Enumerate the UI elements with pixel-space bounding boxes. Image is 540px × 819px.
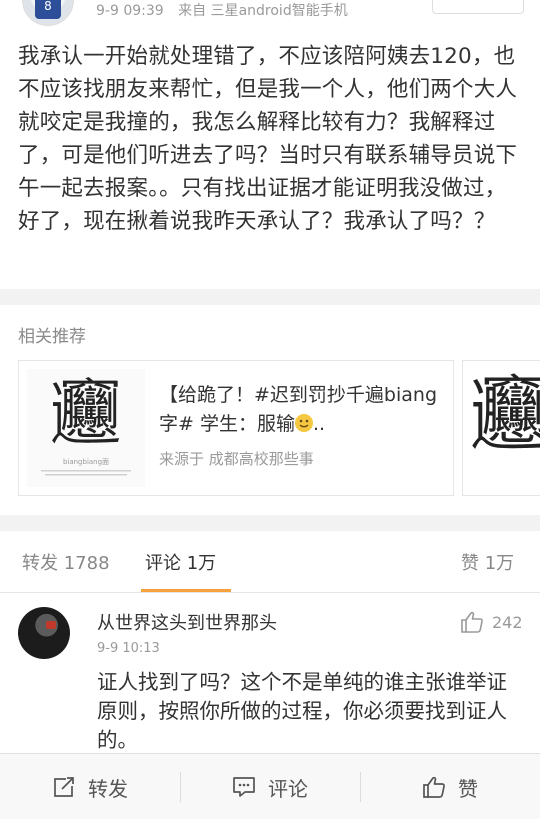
bottom-action-bar: 转发 评论 赞	[0, 753, 540, 819]
related-thumbnail: 𰻞 biangbiang面	[27, 369, 145, 487]
commenter-name[interactable]: 从世界这头到世界那头	[97, 609, 277, 635]
comment-button[interactable]: 评论	[180, 754, 360, 819]
comment-text: 证人找到了吗？这个不是单纯的谁主张谁举证原则，按照你所做的过程，你必须要找到证人…	[97, 670, 507, 752]
related-card-source: 来源于 成都高校那些事	[159, 450, 314, 468]
author-avatar[interactable]: 8	[22, 0, 74, 26]
biang-glyph: 𰻞	[51, 372, 121, 454]
comment-label: 评论	[268, 776, 308, 801]
related-section: 相关推荐 𰻞 biangbiang面 【给跪了！#迟到罚抄千遍biang字# 学…	[0, 305, 540, 515]
comment-time: 9-9 10:13	[97, 641, 160, 656]
thumb-fine-print	[31, 469, 141, 477]
jersey-icon: 8	[35, 0, 61, 19]
related-card-title: 【给跪了！#迟到罚抄千遍biang字# 学生：服输..	[159, 381, 449, 439]
post-meta: 9-9 09:39 来自 三星android智能手机	[96, 0, 348, 20]
repost-button[interactable]: 转发	[0, 754, 180, 819]
tab-repost[interactable]: 转发 1788	[22, 549, 110, 575]
like-button[interactable]: 赞	[360, 754, 540, 819]
fine-print-lines	[41, 470, 131, 476]
avatar-mask-detail	[46, 621, 56, 629]
comment-like-button[interactable]: 242	[460, 611, 523, 633]
post-time: 9-9 09:39	[96, 3, 164, 19]
comment-icon	[232, 776, 256, 798]
repost-label: 转发	[88, 776, 128, 801]
biang-glyph-2: 𰻞	[471, 375, 540, 455]
comment-item: 从世界这头到世界那头 9-9 10:13 242 证人找到了吗？这个不是单纯的谁…	[0, 593, 540, 753]
follow-button[interactable]	[432, 0, 524, 14]
post-card: 8 9-9 09:39 来自 三星android智能手机 我承认一开始就处理错了…	[0, 0, 540, 289]
weibo-post-page: 8 9-9 09:39 来自 三星android智能手机 我承认一开始就处理错了…	[0, 0, 540, 819]
smile-emoji-icon	[294, 414, 313, 432]
interaction-tabs: 转发 1788 评论 1万 赞 1万	[0, 531, 540, 593]
share-icon	[52, 776, 76, 798]
commenter-avatar[interactable]	[18, 607, 70, 659]
thumbs-up-icon	[422, 776, 446, 798]
post-body: 我承认一开始就处理错了，不应该陪阿姨去120，也不应该找朋友来帮忙，但是我一个人…	[18, 44, 518, 234]
tab-like[interactable]: 赞 1万	[461, 549, 514, 575]
related-card-title-ellipsis: ..	[312, 413, 326, 435]
tab-comment[interactable]: 评论 1万	[145, 549, 216, 575]
comment-like-count: 242	[492, 612, 523, 632]
post-source: 来自 三星android智能手机	[178, 3, 348, 19]
active-tab-indicator	[141, 589, 231, 592]
thumbs-up-icon	[460, 611, 484, 633]
thumb-caption: biangbiang面	[62, 458, 110, 466]
related-card-2[interactable]: 𰻞	[462, 360, 540, 496]
related-title: 相关推荐	[18, 327, 86, 347]
like-label: 赞	[458, 776, 478, 801]
related-card[interactable]: 𰻞 biangbiang面 【给跪了！#迟到罚抄千遍biang字# 学生：服输.…	[18, 360, 454, 496]
